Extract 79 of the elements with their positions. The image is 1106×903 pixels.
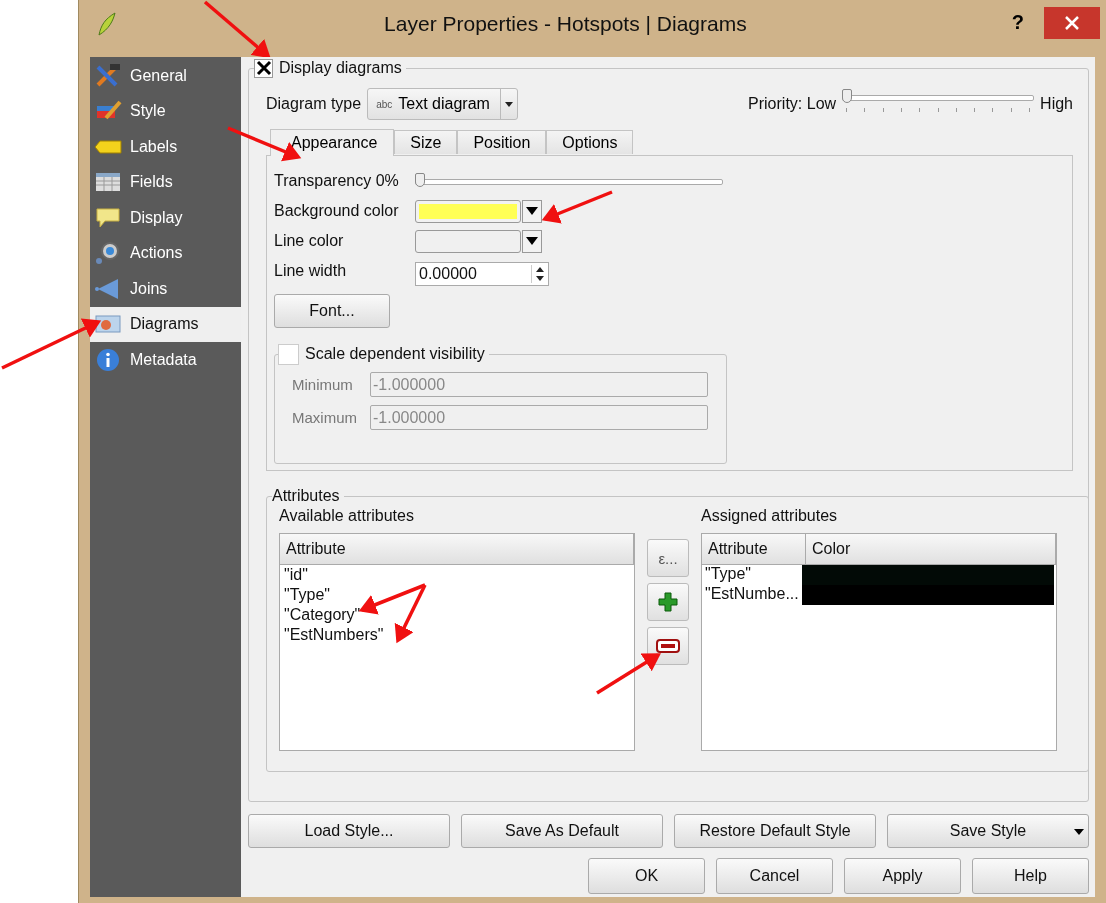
spin-box[interactable]: 0.00000 — [415, 261, 549, 286]
dropdown-button[interactable] — [522, 199, 542, 223]
list-item[interactable]: "Category" — [280, 605, 634, 625]
color-button[interactable] — [415, 229, 521, 253]
check-icon — [255, 60, 272, 76]
dialog-button[interactable]: Help — [972, 858, 1089, 894]
slider-thumb[interactable] — [842, 89, 853, 103]
table-cell-text: "EstNumbe... — [704, 585, 800, 604]
annotation-arrow — [203, 0, 271, 59]
field-label: Transparency 0% — [274, 172, 400, 190]
close-button[interactable] — [1044, 6, 1100, 39]
sidebar-item[interactable]: Actions — [90, 235, 241, 271]
slider-thumb[interactable] — [415, 173, 425, 187]
style-button[interactable]: Save As Default — [461, 814, 663, 848]
checkbox-label: Display diagrams — [279, 59, 402, 77]
tools-icon — [94, 62, 122, 89]
sidebar-item[interactable]: Fields — [90, 164, 241, 200]
minus-icon — [656, 639, 680, 653]
font-button[interactable]: Font... — [274, 294, 390, 328]
style-button[interactable]: Load Style... — [248, 814, 450, 848]
style-button[interactable]: Restore Default Style — [674, 814, 876, 848]
caret-icon — [504, 101, 513, 107]
help-button[interactable]: ? — [1011, 11, 1024, 34]
sidebar-item[interactable]: Style — [90, 93, 241, 129]
field-label: High — [1040, 95, 1073, 113]
sidebar-item[interactable]: General — [90, 58, 241, 94]
menu-button[interactable]: Save Style — [887, 814, 1089, 848]
column-header[interactable]: Color — [806, 534, 1056, 564]
close-icon — [1064, 14, 1080, 31]
field-label: Maximum — [292, 408, 358, 426]
sidebar-item[interactable]: Diagrams — [90, 306, 241, 342]
tab[interactable]: Position — [457, 130, 547, 154]
field-label: Background color — [274, 202, 400, 220]
dialog-button[interactable]: Cancel — [716, 858, 833, 894]
annotation-arrow — [541, 190, 613, 224]
list-title: Available attributes — [279, 507, 415, 526]
checkbox-label: Scale dependent visibility — [305, 345, 485, 363]
info-icon — [94, 346, 122, 373]
checkbox[interactable] — [254, 58, 273, 78]
expression-button[interactable]: ε... — [647, 539, 689, 577]
table-cell-text: "Type" — [704, 565, 753, 584]
diagram-type-dropdown[interactable]: abc Text diagram — [367, 88, 518, 120]
field-label: Line width — [274, 262, 348, 280]
down-arrow-icon[interactable] — [536, 275, 544, 281]
sidebar-item[interactable]: Joins — [90, 271, 241, 307]
add-button[interactable] — [647, 583, 689, 621]
sidebar-item[interactable]: Labels — [90, 129, 241, 165]
up-arrow-icon[interactable] — [536, 266, 544, 272]
field-label: Line color — [274, 232, 345, 250]
caret-icon — [526, 237, 538, 245]
transparency-slider[interactable] — [415, 173, 723, 189]
tab[interactable]: Appearance — [270, 129, 395, 156]
list-item[interactable]: "Type" — [280, 585, 634, 605]
list-item[interactable]: "id" — [280, 565, 634, 585]
list-item[interactable]: "EstNumbers" — [280, 625, 634, 645]
field-label: Minimum — [292, 375, 354, 393]
dialog-button[interactable]: OK — [588, 858, 705, 894]
caret-icon — [526, 207, 538, 215]
tab[interactable]: Options — [546, 130, 634, 154]
dropdown-button[interactable] — [522, 229, 542, 253]
plus-icon — [657, 591, 679, 613]
tab[interactable]: Size — [394, 130, 458, 154]
list-title: Assigned attributes — [701, 507, 839, 526]
remove-button[interactable] — [647, 627, 689, 665]
field-label: Diagram type — [266, 95, 362, 113]
column-header[interactable]: Attribute — [280, 534, 634, 564]
window-title: Layer Properties - Hotspots | Diagrams — [383, 11, 748, 36]
sidebar-item[interactable]: Metadata — [90, 342, 241, 378]
column-header[interactable]: Attribute — [702, 534, 806, 564]
annotation-arrow — [596, 653, 661, 695]
sidebar-item[interactable]: Display — [90, 200, 241, 236]
dialog-button[interactable]: Apply — [844, 858, 961, 894]
field-label: Priority: Low — [748, 95, 837, 113]
group-title: Attributes — [272, 487, 340, 505]
caret-icon — [1074, 829, 1084, 835]
checkbox[interactable] — [278, 343, 299, 365]
gear-icon — [94, 240, 122, 267]
leaf-icon — [95, 10, 119, 37]
priority-slider[interactable] — [842, 89, 1035, 105]
